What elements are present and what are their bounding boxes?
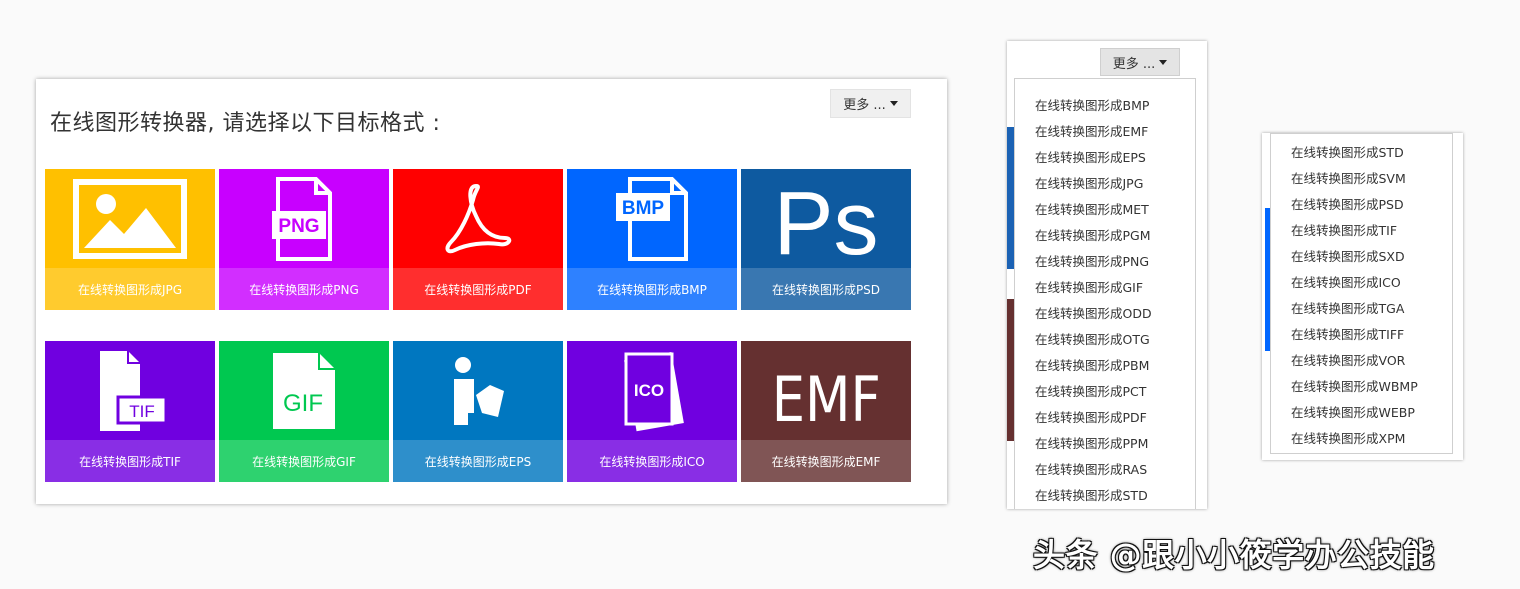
bmp-file-icon: BMP xyxy=(567,169,737,268)
menu-item[interactable]: 在线转换图形成JPG xyxy=(1035,173,1143,192)
tile-label: 在线转换图形成GIF xyxy=(219,440,389,482)
menu-item[interactable]: 在线转换图形成STD xyxy=(1035,485,1148,504)
more-dropdown-button[interactable]: 更多 ... xyxy=(1100,48,1180,76)
tile-label: 在线转换图形成PSD xyxy=(741,268,911,310)
menu-item[interactable]: 在线转换图形成TGA xyxy=(1291,298,1404,317)
gif-file-icon: GIF xyxy=(219,341,389,440)
tile-emf[interactable]: EMF 在线转换图形成EMF xyxy=(741,341,911,482)
tile-label: 在线转换图形成EMF xyxy=(741,440,911,482)
menu-item[interactable]: 在线转换图形成PNG xyxy=(1035,251,1149,270)
menu-item[interactable]: 在线转换图形成PPM xyxy=(1035,433,1148,452)
bmp-icon-text: BMP xyxy=(622,198,665,219)
tile-label: 在线转换图形成ICO xyxy=(567,440,737,482)
tile-png[interactable]: PNG 在线转换图形成PNG xyxy=(219,169,389,310)
dropdown-panel-1: 更多 ... 在线转换图形成BMP 在线转换图形成EMF 在线转换图形成EPS 在线转… xyxy=(1007,41,1207,509)
pdf-icon xyxy=(393,169,563,268)
eps-reader-icon xyxy=(393,341,563,440)
tile-label: 在线转换图形成EPS xyxy=(393,440,563,482)
menu-item[interactable]: 在线转换图形成ICO xyxy=(1291,272,1401,291)
tile-pdf[interactable]: 在线转换图形成PDF xyxy=(393,169,563,310)
menu-item[interactable]: 在线转换图形成OTG xyxy=(1035,329,1150,348)
menu-item[interactable]: 在线转换图形成PBM xyxy=(1035,355,1149,374)
ico-file-icon: ICO xyxy=(567,341,737,440)
menu-item[interactable]: 在线转换图形成VOR xyxy=(1291,350,1405,369)
menu-item[interactable]: 在线转换图形成PCT xyxy=(1035,381,1146,400)
format-menu: 在线转换图形成BMP 在线转换图形成EMF 在线转换图形成EPS 在线转换图形成JPG… xyxy=(1014,78,1196,509)
ps-icon: Ps xyxy=(741,169,911,268)
menu-item[interactable]: 在线转换图形成PSD xyxy=(1291,194,1404,213)
tif-file-icon: TIF xyxy=(45,341,215,440)
watermark: 头条 @跟小小筱学办公技能 xyxy=(1033,536,1435,574)
menu-item[interactable]: 在线转换图形成SXD xyxy=(1291,246,1405,265)
tile-bmp[interactable]: BMP 在线转换图形成BMP xyxy=(567,169,737,310)
tile-label: 在线转换图形成PNG xyxy=(219,268,389,310)
menu-item[interactable]: 在线转换图形成TIF xyxy=(1291,220,1397,239)
menu-item[interactable]: 在线转换图形成PGM xyxy=(1035,225,1151,244)
tile-label: 在线转换图形成PDF xyxy=(393,268,563,310)
ico-icon-text: ICO xyxy=(634,381,664,400)
menu-item[interactable]: 在线转换图形成GIF xyxy=(1035,277,1143,296)
menu-item[interactable]: 在线转换图形成EPS xyxy=(1035,147,1146,166)
menu-item[interactable]: 在线转换图形成TIFF xyxy=(1291,324,1404,343)
png-file-icon: PNG xyxy=(219,169,389,268)
page-title: 在线图形转换器, 请选择以下目标格式 : xyxy=(50,111,441,136)
caret-down-icon xyxy=(1159,59,1168,65)
menu-item[interactable]: 在线转换图形成ODD xyxy=(1035,303,1152,322)
tile-psd[interactable]: Ps 在线转换图形成PSD xyxy=(741,169,911,310)
more-label: 更多 ... xyxy=(1112,56,1156,72)
emf-text-icon: EMF xyxy=(741,341,911,440)
tile-gif[interactable]: GIF 在线转换图形成GIF xyxy=(219,341,389,482)
menu-item[interactable]: 在线转换图形成STD xyxy=(1291,142,1404,161)
tile-ico[interactable]: ICO 在线转换图形成ICO xyxy=(567,341,737,482)
ps-icon-text: Ps xyxy=(773,174,878,264)
png-icon-text: PNG xyxy=(278,216,319,237)
more-dropdown-button[interactable]: 更多 ... xyxy=(830,89,911,118)
converter-panel: 在线图形转换器, 请选择以下目标格式 : 更多 ... 在线转换图形成JPG P… xyxy=(36,79,947,504)
tile-label: 在线转换图形成JPG xyxy=(45,268,215,310)
menu-item[interactable]: 在线转换图形成WBMP xyxy=(1291,376,1418,395)
menu-item[interactable]: 在线转换图形成SVM xyxy=(1291,168,1406,187)
image-icon xyxy=(45,169,215,268)
menu-item[interactable]: 在线转换图形成EMF xyxy=(1035,121,1148,140)
tile-label: 在线转换图形成TIF xyxy=(45,440,215,482)
caret-down-icon xyxy=(889,101,898,106)
menu-item[interactable]: 在线转换图形成XPM xyxy=(1291,428,1405,447)
emf-icon-text: EMF xyxy=(772,363,881,430)
format-menu: 在线转换图形成STD 在线转换图形成SVM 在线转换图形成PSD 在线转换图形成TIF… xyxy=(1270,133,1453,454)
tile-jpg[interactable]: 在线转换图形成JPG xyxy=(45,169,215,310)
more-label: 更多 ... xyxy=(843,98,886,113)
menu-item[interactable]: 在线转换图形成PDF xyxy=(1035,407,1147,426)
gif-icon-text: GIF xyxy=(283,390,323,417)
menu-item[interactable]: 在线转换图形成MET xyxy=(1035,199,1149,218)
tile-tif[interactable]: TIF 在线转换图形成TIF xyxy=(45,341,215,482)
tile-label: 在线转换图形成BMP xyxy=(567,268,737,310)
tile-eps[interactable]: 在线转换图形成EPS xyxy=(393,341,563,482)
dropdown-panel-2: 在线转换图形成STD 在线转换图形成SVM 在线转换图形成PSD 在线转换图形成TIF… xyxy=(1262,133,1463,460)
tif-icon-text: TIF xyxy=(129,402,155,421)
menu-item[interactable]: 在线转换图形成RAS xyxy=(1035,459,1147,478)
menu-item[interactable]: 在线转换图形成BMP xyxy=(1035,95,1149,114)
menu-item[interactable]: 在线转换图形成WEBP xyxy=(1291,402,1415,421)
